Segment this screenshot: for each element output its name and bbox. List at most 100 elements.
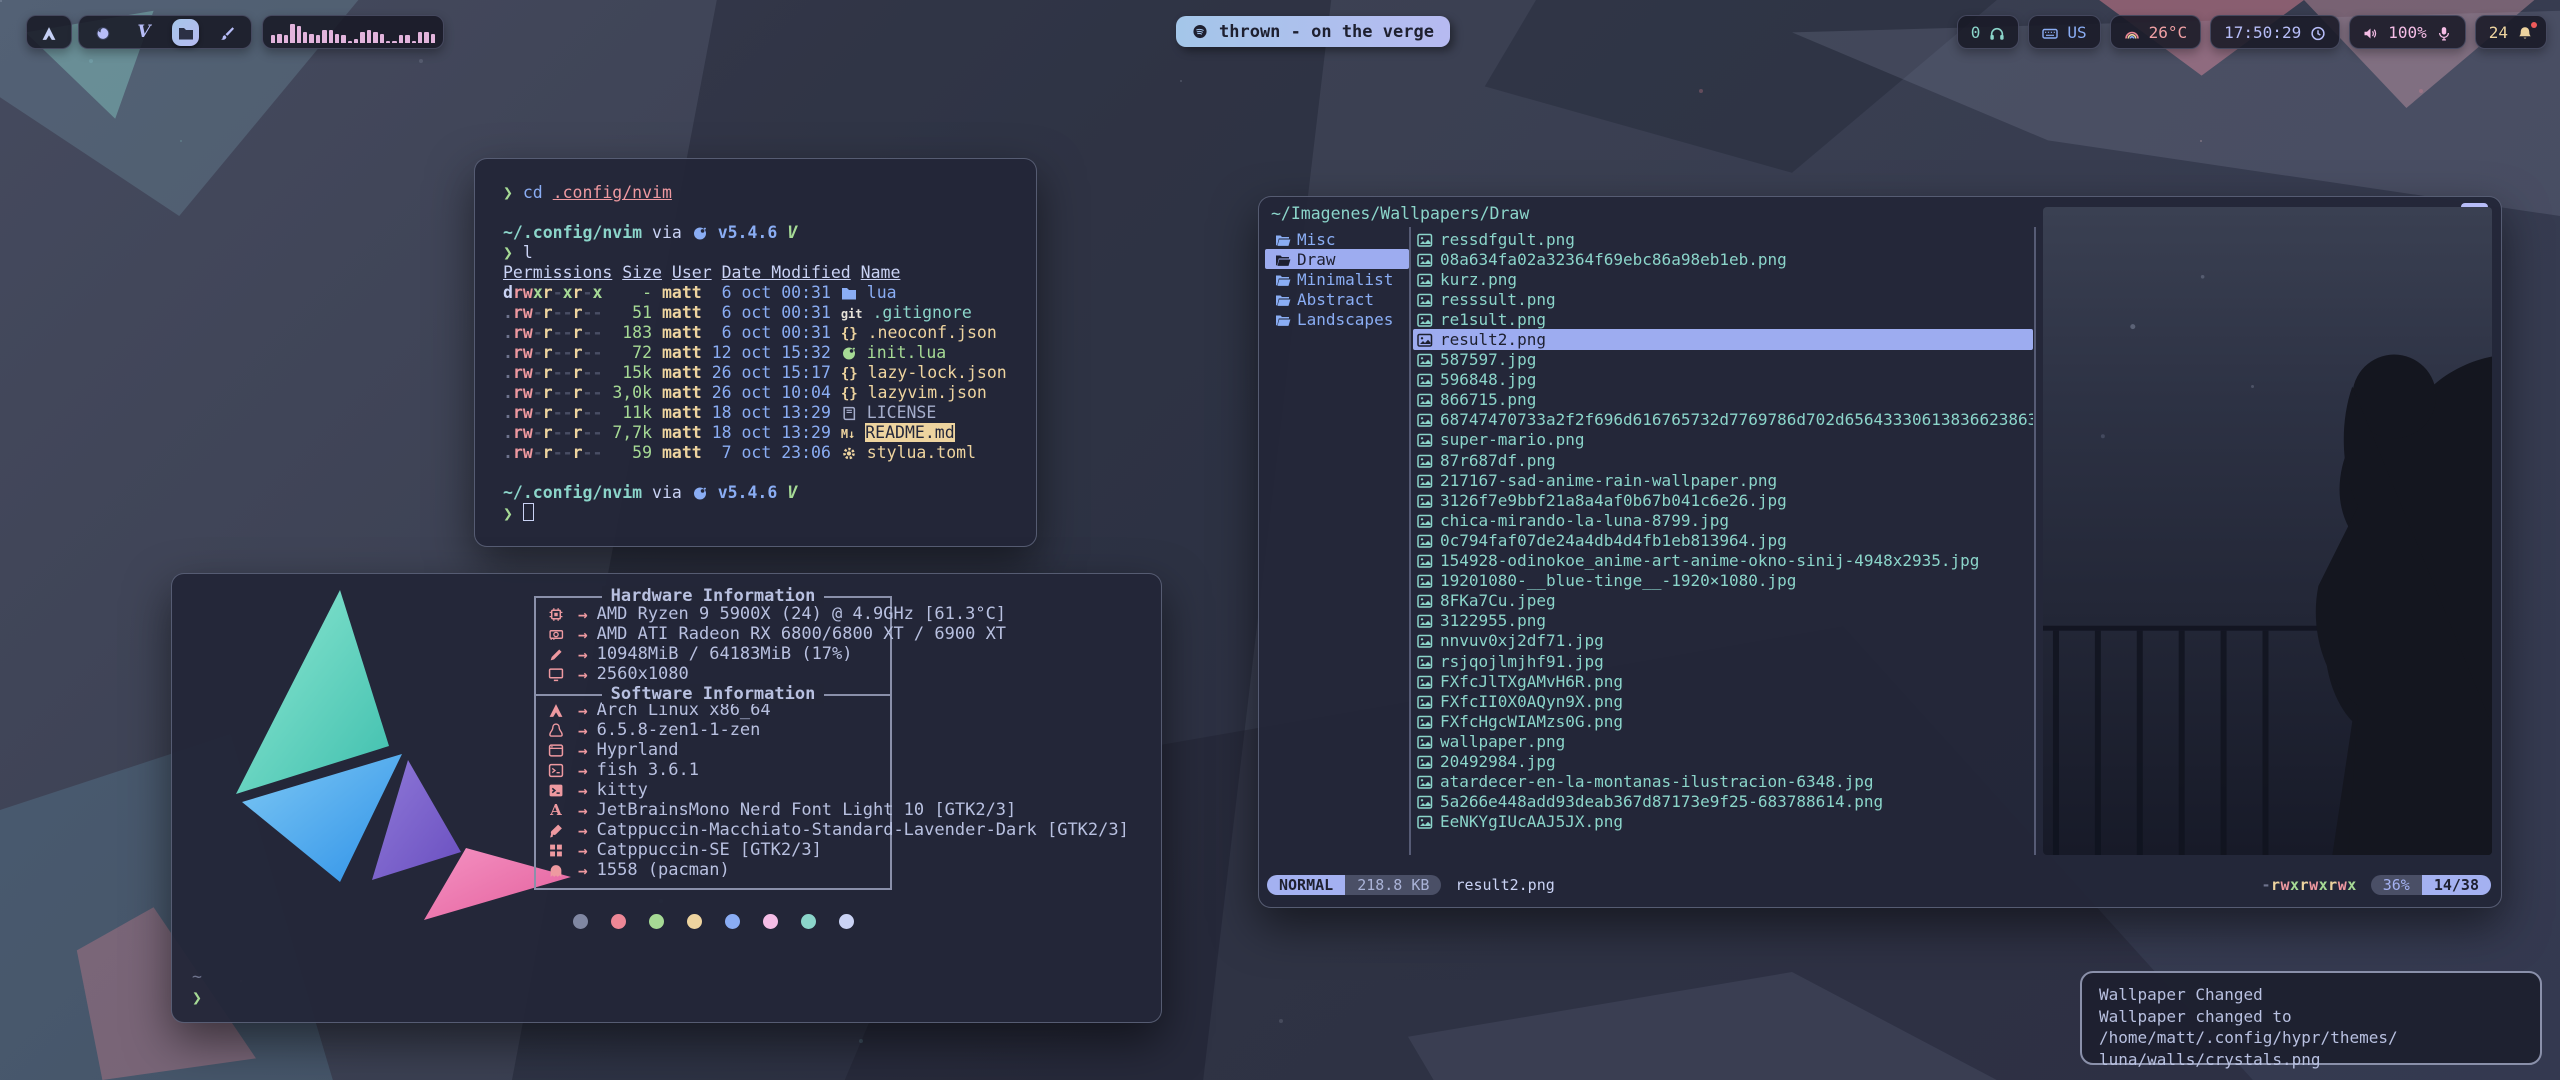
- palette-dot: [611, 914, 626, 929]
- image-file-icon: [1417, 611, 1433, 630]
- file-item[interactable]: nnvuv0xj2df71.jpg: [1413, 631, 2033, 651]
- sidebar-folder-draw[interactable]: Draw: [1265, 249, 1409, 269]
- file-item[interactable]: wallpaper.png: [1413, 731, 2033, 751]
- image-file-icon: [1417, 310, 1433, 329]
- folder-icon: [178, 23, 194, 42]
- gpu-icon: [541, 627, 571, 642]
- open-folder-icon: [1275, 270, 1291, 289]
- arrow-icon: →: [578, 721, 588, 740]
- file-item[interactable]: FXfcJlTXgAMvH6R.png: [1413, 671, 2033, 691]
- file-item[interactable]: 87r687df.png: [1413, 450, 2033, 470]
- sidebar-folder-misc[interactable]: Misc: [1265, 229, 1409, 249]
- shell-command: ❯ cd .config/nvim: [503, 183, 1036, 203]
- visualizer-bar: [386, 41, 390, 43]
- file-item[interactable]: super-mario.png: [1413, 430, 2033, 450]
- terminal-output: ❯ cd .config/nvim ~/.config/nvim via v5.4…: [503, 183, 1036, 523]
- display-icon: [541, 667, 571, 682]
- file-item[interactable]: 5a266e448add93deab367d87173e9f25-6837886…: [1413, 792, 2033, 812]
- file-item[interactable]: FXfcHgcWIAMzs0G.png: [1413, 711, 2033, 731]
- speaker-icon: [2363, 23, 2379, 42]
- open-folder-icon: [1275, 230, 1291, 249]
- module-notifications[interactable]: 0: [1957, 15, 2020, 49]
- fetch-row: →AMD ATI Radeon RX 6800/6800 XT / 6900 X…: [536, 624, 890, 644]
- image-file-icon: [1417, 732, 1433, 751]
- column-divider: [2034, 227, 2036, 855]
- module-clock[interactable]: 17:50:29: [2210, 15, 2340, 49]
- prompt-path: ~: [192, 966, 202, 987]
- file-item[interactable]: kurz.png: [1413, 269, 2033, 289]
- file-item[interactable]: ressdfgult.png: [1413, 229, 2033, 249]
- file-row: .rw-r--r-- 7,7k matt 18 oct 13:29 M↓ REA…: [503, 423, 1036, 443]
- file-item[interactable]: 19201080-__blue-tinge__-1920×1080.jpg: [1413, 571, 2033, 591]
- module-audio[interactable]: 100%: [2349, 15, 2466, 49]
- image-file-icon: [1417, 491, 1433, 510]
- file-position: 14/38: [2422, 875, 2491, 895]
- file-item[interactable]: FXfcII0X0AQyn9X.png: [1413, 691, 2033, 711]
- file-item[interactable]: 3126f7e9bbf21a8a4af0b67b041c6e26.jpg: [1413, 490, 2033, 510]
- sidebar-folder-landscapes[interactable]: Landscapes: [1265, 309, 1409, 329]
- arrow-icon: →: [578, 665, 588, 684]
- file-item[interactable]: 20492984.jpg: [1413, 751, 2033, 771]
- image-file-icon: [1417, 712, 1433, 731]
- file-item[interactable]: EeNKYgIUcAAJ5JX.png: [1413, 812, 2033, 832]
- module-keyboard-layout[interactable]: US: [2028, 15, 2100, 49]
- sidebar-folder-abstract[interactable]: Abstract: [1265, 289, 1409, 309]
- visualizer-bar: [277, 34, 281, 44]
- file-item[interactable]: atardecer-en-la-montanas-ilustracion-634…: [1413, 772, 2033, 792]
- module-audio-value: 100%: [2388, 23, 2427, 42]
- fetch-row: →Hyprland: [536, 740, 890, 760]
- module-updates[interactable]: 24: [2475, 15, 2547, 49]
- workspace-switcher[interactable]: V: [78, 15, 252, 49]
- image-file-icon: [1417, 290, 1433, 309]
- sidebar-folder-minimalist[interactable]: Minimalist: [1265, 269, 1409, 289]
- file-manager-window[interactable]: ~/Imagenes/Wallpapers/Draw 1 MiscDrawMin…: [1258, 196, 2502, 908]
- file-row: .rw-r--r-- 59 matt 7 oct 23:06 stylua.to…: [503, 443, 1036, 463]
- wallpaper-speckles: [0, 0, 2, 2]
- file-item[interactable]: 8FKa7Cu.jpeg: [1413, 591, 2033, 611]
- image-file-icon: [1417, 410, 1433, 429]
- workspace-vim[interactable]: V: [131, 19, 157, 45]
- ls-header: Permissions Size User Date Modified Name: [503, 263, 1036, 283]
- workspace-firefox[interactable]: [90, 19, 116, 45]
- file-item[interactable]: 587597.jpg: [1413, 350, 2033, 370]
- image-file-icon: [1417, 230, 1433, 249]
- workspace-folder[interactable]: [172, 19, 199, 46]
- fetch-window[interactable]: Hardware Information →AMD Ryzen 9 5900X …: [171, 573, 1162, 1023]
- image-file-icon: [1417, 250, 1433, 269]
- file-row: .rw-r--r-- 72 matt 12 oct 15:32 init.lua: [503, 343, 1036, 363]
- visualizer-bar: [354, 39, 358, 43]
- fetch-row: →2560x1080: [536, 664, 890, 684]
- app-launcher-button[interactable]: [26, 15, 72, 49]
- file-item[interactable]: 596848.jpg: [1413, 370, 2033, 390]
- image-file-icon: [1417, 370, 1433, 389]
- file-item[interactable]: rsjqojlmjhf91.jpg: [1413, 651, 2033, 671]
- media-player-pill[interactable]: thrown - on the verge: [1176, 16, 1450, 47]
- file-item[interactable]: 3122955.png: [1413, 611, 2033, 631]
- file-item[interactable]: 154928-odinokoe_anime-art-anime-okno-sin…: [1413, 551, 2033, 571]
- fetch-row: A→JetBrainsMono Nerd Font Light 10 [GTK2…: [536, 800, 890, 820]
- file-item[interactable]: re1sult.png: [1413, 309, 2033, 329]
- prompt-context: ~/.config/nvim via v5.4.6 V: [503, 223, 1036, 243]
- visualizer-bar: [348, 41, 352, 43]
- file-item[interactable]: 68747470733a2f2f696d616765732d7769786d70…: [1413, 410, 2033, 430]
- image-file-icon: [1417, 511, 1433, 530]
- palette-dot: [725, 914, 740, 929]
- file-item[interactable]: 866715.png: [1413, 390, 2033, 410]
- palette-dot: [573, 914, 588, 929]
- module-weather[interactable]: 26°C: [2110, 15, 2202, 49]
- notification-popup[interactable]: Wallpaper Changed Wallpaper changed to /…: [2080, 971, 2542, 1065]
- arrow-icon: →: [578, 701, 588, 720]
- file-item[interactable]: chica-mirando-la-luna-8799.jpg: [1413, 510, 2033, 530]
- terminal-window[interactable]: ❯ cd .config/nvim ~/.config/nvim via v5.4…: [474, 158, 1037, 547]
- image-preview-pane: [2043, 207, 2492, 855]
- file-item[interactable]: resssult.png: [1413, 289, 2033, 309]
- visualizer-bar: [431, 34, 435, 44]
- file-item[interactable]: 0c794faf07de24a4db4d4fb1eb813964.jpg: [1413, 530, 2033, 550]
- visualizer-bar: [367, 30, 371, 43]
- file-row: drwxr-xr-x - matt 6 oct 00:31 lua: [503, 283, 1036, 303]
- image-file-icon: [1417, 652, 1433, 671]
- file-item[interactable]: 08a634fa02a32364f69ebc86a98eb1eb.png: [1413, 249, 2033, 269]
- workspace-brush[interactable]: [214, 19, 240, 45]
- file-item[interactable]: 217167-sad-anime-rain-wallpaper.png: [1413, 470, 2033, 490]
- file-item[interactable]: result2.png: [1413, 329, 2033, 349]
